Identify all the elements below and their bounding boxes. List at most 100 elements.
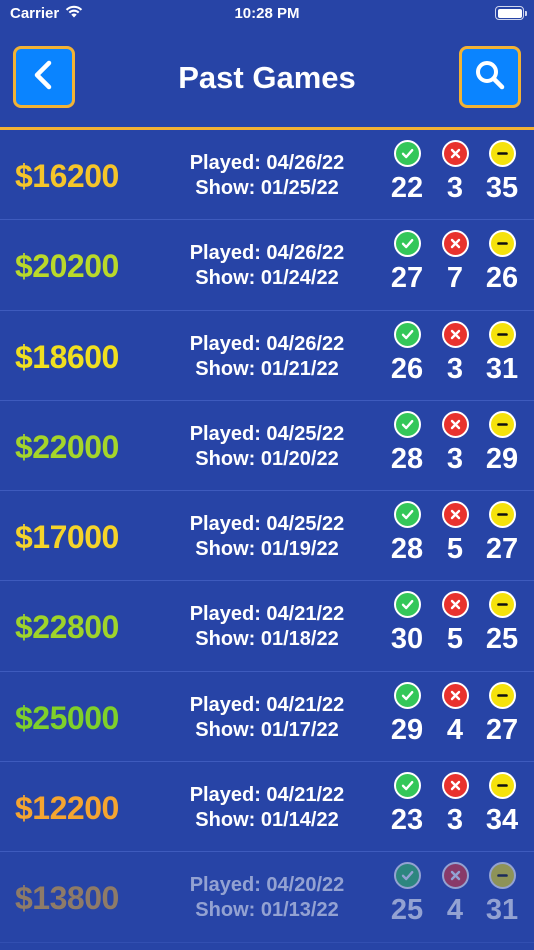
checkmark-circle-icon [393,681,421,709]
correct-count: 25 [390,894,424,927]
skipped-count: 34 [485,804,519,837]
x-circle-icon [441,501,469,529]
checkmark-circle-icon [393,230,421,258]
show-date: Show: 01/20/22 [195,447,339,470]
correct-count: 28 [390,442,424,475]
show-date: Show: 01/14/22 [195,809,339,832]
played-date: Played: 04/20/22 [189,874,345,897]
skipped-stat: 25 [477,591,527,654]
game-dates: Played: 04/20/22 Show: 01/13/22 [176,873,358,923]
show-date: Show: 01/17/22 [195,718,339,741]
minus-circle-icon [488,681,516,709]
search-icon [474,59,506,96]
battery-icon [495,6,527,20]
game-amount: $13800 [15,880,119,917]
minus-circle-icon [488,140,516,167]
status-bar: Carrier 10:28 PM [0,0,534,30]
skipped-count: 26 [485,262,519,295]
skipped-stat: 34 [477,772,527,835]
checkmark-circle-icon [393,140,421,167]
wrong-stat: 3 [430,320,480,385]
correct-stat: 22 [382,140,432,203]
checkmark-circle-icon [393,862,421,890]
played-date: Played: 04/25/22 [189,513,345,536]
skipped-stat: 31 [477,320,527,385]
skipped-count: 31 [485,352,519,385]
game-amount: $12200 [15,790,119,827]
wrong-count: 5 [446,623,464,656]
minus-circle-icon [488,501,516,529]
game-row[interactable]: $22800 Played: 04/21/22 Show: 01/18/22 30 5 2… [0,581,534,672]
skipped-count: 35 [485,172,519,204]
minus-circle-icon [488,320,516,348]
x-circle-icon [441,320,469,348]
correct-stat: 29 [382,681,432,745]
search-button[interactable] [459,46,521,108]
skipped-count: 31 [485,894,519,927]
played-date: Played: 04/26/22 [189,332,345,355]
skipped-count: 25 [485,623,519,656]
wrong-stat: 4 [430,681,480,745]
game-amount: $22000 [15,428,119,465]
wrong-count: 3 [446,352,464,385]
correct-stat: 28 [382,410,432,475]
played-date: Played: 04/21/22 [189,784,345,807]
x-circle-icon [441,862,469,890]
played-date: Played: 04/21/22 [189,603,345,626]
game-amount: $22800 [15,609,119,646]
checkmark-circle-icon [393,591,421,619]
correct-stat: 28 [382,501,432,564]
skipped-count: 27 [485,713,519,746]
x-circle-icon [441,772,469,800]
game-row[interactable]: $22000 Played: 04/25/22 Show: 01/20/22 28 3 2… [0,401,534,492]
game-row[interactable]: $16200 Played: 04/26/22 Show: 01/25/22 22 3 3… [0,130,534,221]
past-games-screen: Carrier 10:28 PM Past Games $16200 Playe… [0,0,534,950]
correct-count: 30 [390,623,424,656]
wrong-count: 3 [446,442,464,475]
nav-header: Past Games [0,46,534,110]
game-amount: $16200 [15,158,119,194]
x-circle-icon [441,681,469,709]
wrong-count: 4 [446,894,464,927]
wrong-stat: 7 [430,230,480,293]
show-date: Show: 01/13/22 [195,899,339,922]
show-date: Show: 01/24/22 [195,267,339,290]
correct-count: 27 [390,262,424,295]
game-row[interactable]: $18600 Played: 04/26/22 Show: 01/21/22 26 3 3… [0,311,534,401]
minus-circle-icon [488,862,516,890]
game-row[interactable]: $25000 Played: 04/21/22 Show: 01/17/22 29 4 2… [0,672,534,763]
checkmark-circle-icon [393,320,421,348]
played-date: Played: 04/21/22 [189,693,345,716]
skipped-stat: 31 [477,862,527,925]
wrong-stat: 5 [430,591,480,654]
x-circle-icon [441,140,469,167]
correct-stat: 26 [382,320,432,385]
correct-count: 26 [390,352,424,385]
x-circle-icon [441,230,469,258]
correct-stat: 27 [382,230,432,293]
wrong-stat: 3 [430,140,480,203]
skipped-stat: 29 [477,410,527,475]
checkmark-circle-icon [393,410,421,438]
wrong-count: 3 [446,172,464,204]
game-dates: Played: 04/21/22 Show: 01/18/22 [176,602,358,652]
game-row[interactable]: $20200 Played: 04/26/22 Show: 01/24/22 27 7 2… [0,220,534,311]
skipped-stat: 27 [477,501,527,564]
game-amount: $18600 [15,338,119,375]
checkmark-circle-icon [393,772,421,800]
skipped-stat: 27 [477,681,527,746]
correct-count: 28 [390,533,424,566]
game-dates: Played: 04/25/22 Show: 01/19/22 [176,512,358,562]
game-row[interactable]: $13800 Played: 04/20/22 Show: 01/13/22 25 4 3… [0,852,534,943]
skipped-count: 29 [485,442,519,475]
played-date: Played: 04/25/22 [189,422,345,445]
game-row[interactable]: $17000 Played: 04/25/22 Show: 01/19/22 28 5 2… [0,491,534,582]
page-title: Past Games [178,60,356,95]
minus-circle-icon [488,410,516,438]
game-amount: $25000 [15,699,119,736]
correct-stat: 23 [382,772,432,835]
minus-circle-icon [488,230,516,258]
wrong-count: 7 [446,262,464,295]
correct-stat: 30 [382,591,432,654]
game-row[interactable]: $12200 Played: 04/21/22 Show: 01/14/22 23 3 3… [0,762,534,853]
